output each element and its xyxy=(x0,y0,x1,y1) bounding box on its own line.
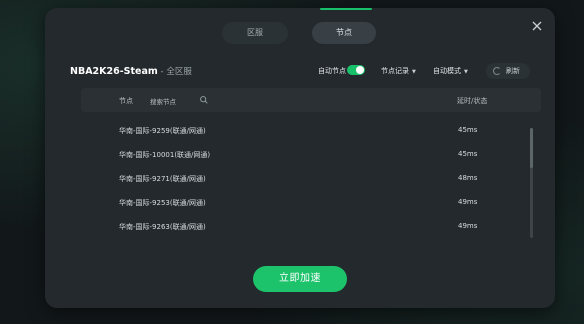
node-record-label: 节点记录 xyxy=(381,67,409,75)
table-row[interactable]: 华南-国际-9271(联通/网通) 48ms xyxy=(81,166,521,190)
game-title: NBA2K26-Steam - 全区服 xyxy=(70,65,192,77)
col-node: 节点 xyxy=(119,97,133,105)
table-row[interactable]: 华南-国际-9263(联通/网通) 49ms xyxy=(81,214,521,238)
scrollbar[interactable] xyxy=(530,128,533,238)
node-name: 华南-国际-9271(联通/网通) xyxy=(119,175,206,183)
table-header: 节点 搜索节点 延时/状态 xyxy=(81,88,541,112)
refresh-label: 刷新 xyxy=(506,67,520,75)
auto-mode-dropdown[interactable]: 自动模式 ▼ xyxy=(433,66,468,76)
search-input[interactable]: 搜索节点 xyxy=(150,96,176,106)
table-row[interactable]: 华南-国际-10001(联通/网通) 45ms xyxy=(81,142,521,166)
node-select-dialog: 区服 节点 NBA2K26-Steam - 全区服 自动节点 节点记录 ▼ 自动模… xyxy=(45,8,555,308)
search-icon[interactable] xyxy=(199,95,209,105)
node-latency: 48ms xyxy=(458,174,478,182)
auto-node-toggle[interactable] xyxy=(347,65,365,75)
node-record-dropdown[interactable]: 节点记录 ▼ xyxy=(381,66,416,76)
toggle-knob xyxy=(356,66,364,74)
auto-node-label: 自动节点 xyxy=(318,67,346,75)
node-name: 华南-国际-9253(联通/网通) xyxy=(119,199,206,207)
col-latency: 延时/状态 xyxy=(457,97,488,105)
table-row[interactable]: 华南-国际-9259(联通/网通) 45ms xyxy=(81,118,521,142)
node-name: 华南-国际-10001(联通/网通) xyxy=(119,151,211,159)
tab-node[interactable]: 节点 xyxy=(312,22,376,44)
node-name: 华南-国际-9259(联通/网通) xyxy=(119,127,206,135)
node-latency: 49ms xyxy=(458,222,478,230)
accelerate-button[interactable]: 立即加速 xyxy=(253,266,347,292)
region-name: 全区服 xyxy=(166,67,192,77)
close-icon[interactable] xyxy=(529,18,545,34)
caret-down-icon: ▼ xyxy=(412,69,416,75)
node-latency: 45ms xyxy=(458,150,478,158)
refresh-icon xyxy=(493,67,501,75)
caret-down-icon: ▼ xyxy=(464,69,468,75)
scrollbar-thumb[interactable] xyxy=(530,128,533,168)
table-row[interactable]: 华南-国际-9253(联通/网通) 49ms xyxy=(81,190,521,214)
refresh-button[interactable]: 刷新 xyxy=(486,63,530,79)
active-indicator xyxy=(320,8,372,10)
node-name: 华南-国际-9263(联通/网通) xyxy=(119,223,206,231)
auto-mode-label: 自动模式 xyxy=(433,67,461,75)
node-latency: 45ms xyxy=(458,126,478,134)
node-table: 节点 搜索节点 延时/状态 华南-国际-9259(联通/网通) 45ms 华南-… xyxy=(81,88,541,256)
node-latency: 49ms xyxy=(458,198,478,206)
tab-server[interactable]: 区服 xyxy=(222,22,288,44)
game-name: NBA2K26-Steam xyxy=(70,66,158,77)
